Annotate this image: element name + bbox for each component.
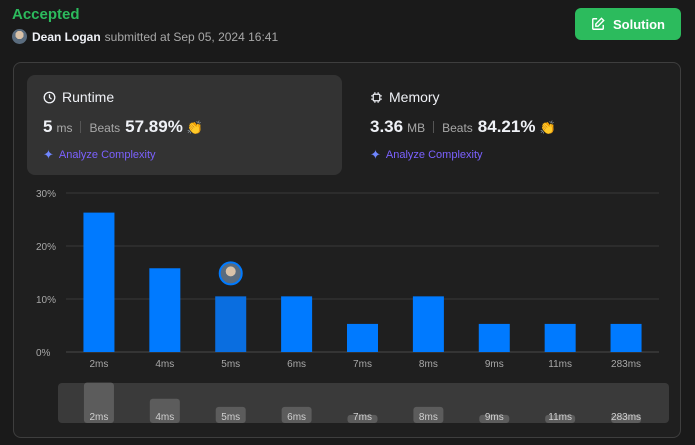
- x-tick-label: 6ms: [287, 359, 306, 370]
- x-tick-label: 5ms: [221, 359, 240, 370]
- x-tick-label: 4ms: [155, 359, 174, 370]
- y-tick-label: 20%: [36, 242, 56, 253]
- bar-6ms[interactable]: [281, 296, 313, 352]
- y-tick-label: 30%: [36, 189, 56, 200]
- submitted-by: Dean Logan submitted at Sep 05, 2024 16:…: [12, 29, 278, 44]
- x-tick-label: 8ms: [419, 359, 438, 370]
- bar-7ms[interactable]: [347, 323, 378, 352]
- x-tick-label: 9ms: [485, 359, 504, 370]
- status-accepted: Accepted: [12, 6, 80, 23]
- x-tick-label: 11ms: [548, 359, 572, 370]
- stats-panel: Runtime 5 ms Beats 57.89% 👏 ✦ Analyze Co…: [13, 62, 681, 438]
- submission-header: Accepted Dean Logan submitted at Sep 05,…: [12, 6, 278, 44]
- avatar[interactable]: [12, 29, 27, 44]
- bar-2ms[interactable]: [83, 212, 115, 352]
- bar-4ms[interactable]: [149, 268, 181, 352]
- navigator-label: 11ms: [548, 412, 572, 423]
- bar-5ms[interactable]: [215, 296, 247, 352]
- navigator-label: 9ms: [485, 412, 504, 423]
- bar-9ms[interactable]: [478, 323, 510, 352]
- user-avatar-face: [225, 266, 236, 277]
- solution-button[interactable]: Solution: [575, 8, 681, 40]
- navigator-label: 2ms: [89, 412, 108, 423]
- bar-283ms[interactable]: [610, 323, 642, 352]
- runtime-distribution-chart: 0% 10% 20% 30% 2ms 2ms 4ms 4ms 5ms 5ms 6ms 6ms 7ms 7m…: [36, 189, 659, 423]
- x-tick-label: 283ms: [611, 359, 641, 370]
- x-tick-label: 2ms: [89, 359, 108, 370]
- navigator-label: 7ms: [353, 412, 372, 423]
- navigator-label: 5ms: [221, 412, 240, 423]
- submitted-at: submitted at Sep 05, 2024 16:41: [104, 29, 279, 44]
- navigator-label: 8ms: [419, 412, 438, 423]
- navigator-label: 283ms: [611, 412, 641, 423]
- solution-label: Solution: [613, 16, 665, 32]
- pencil-square-icon: [592, 17, 605, 30]
- username[interactable]: Dean Logan: [32, 30, 101, 44]
- navigator-label: 6ms: [287, 412, 306, 423]
- y-tick-label: 10%: [36, 295, 56, 306]
- bar-11ms[interactable]: [544, 323, 576, 352]
- bar-8ms[interactable]: [412, 296, 444, 352]
- x-tick-label: 7ms: [353, 359, 372, 370]
- navigator-label: 4ms: [155, 412, 174, 423]
- y-tick-label: 0%: [36, 348, 51, 359]
